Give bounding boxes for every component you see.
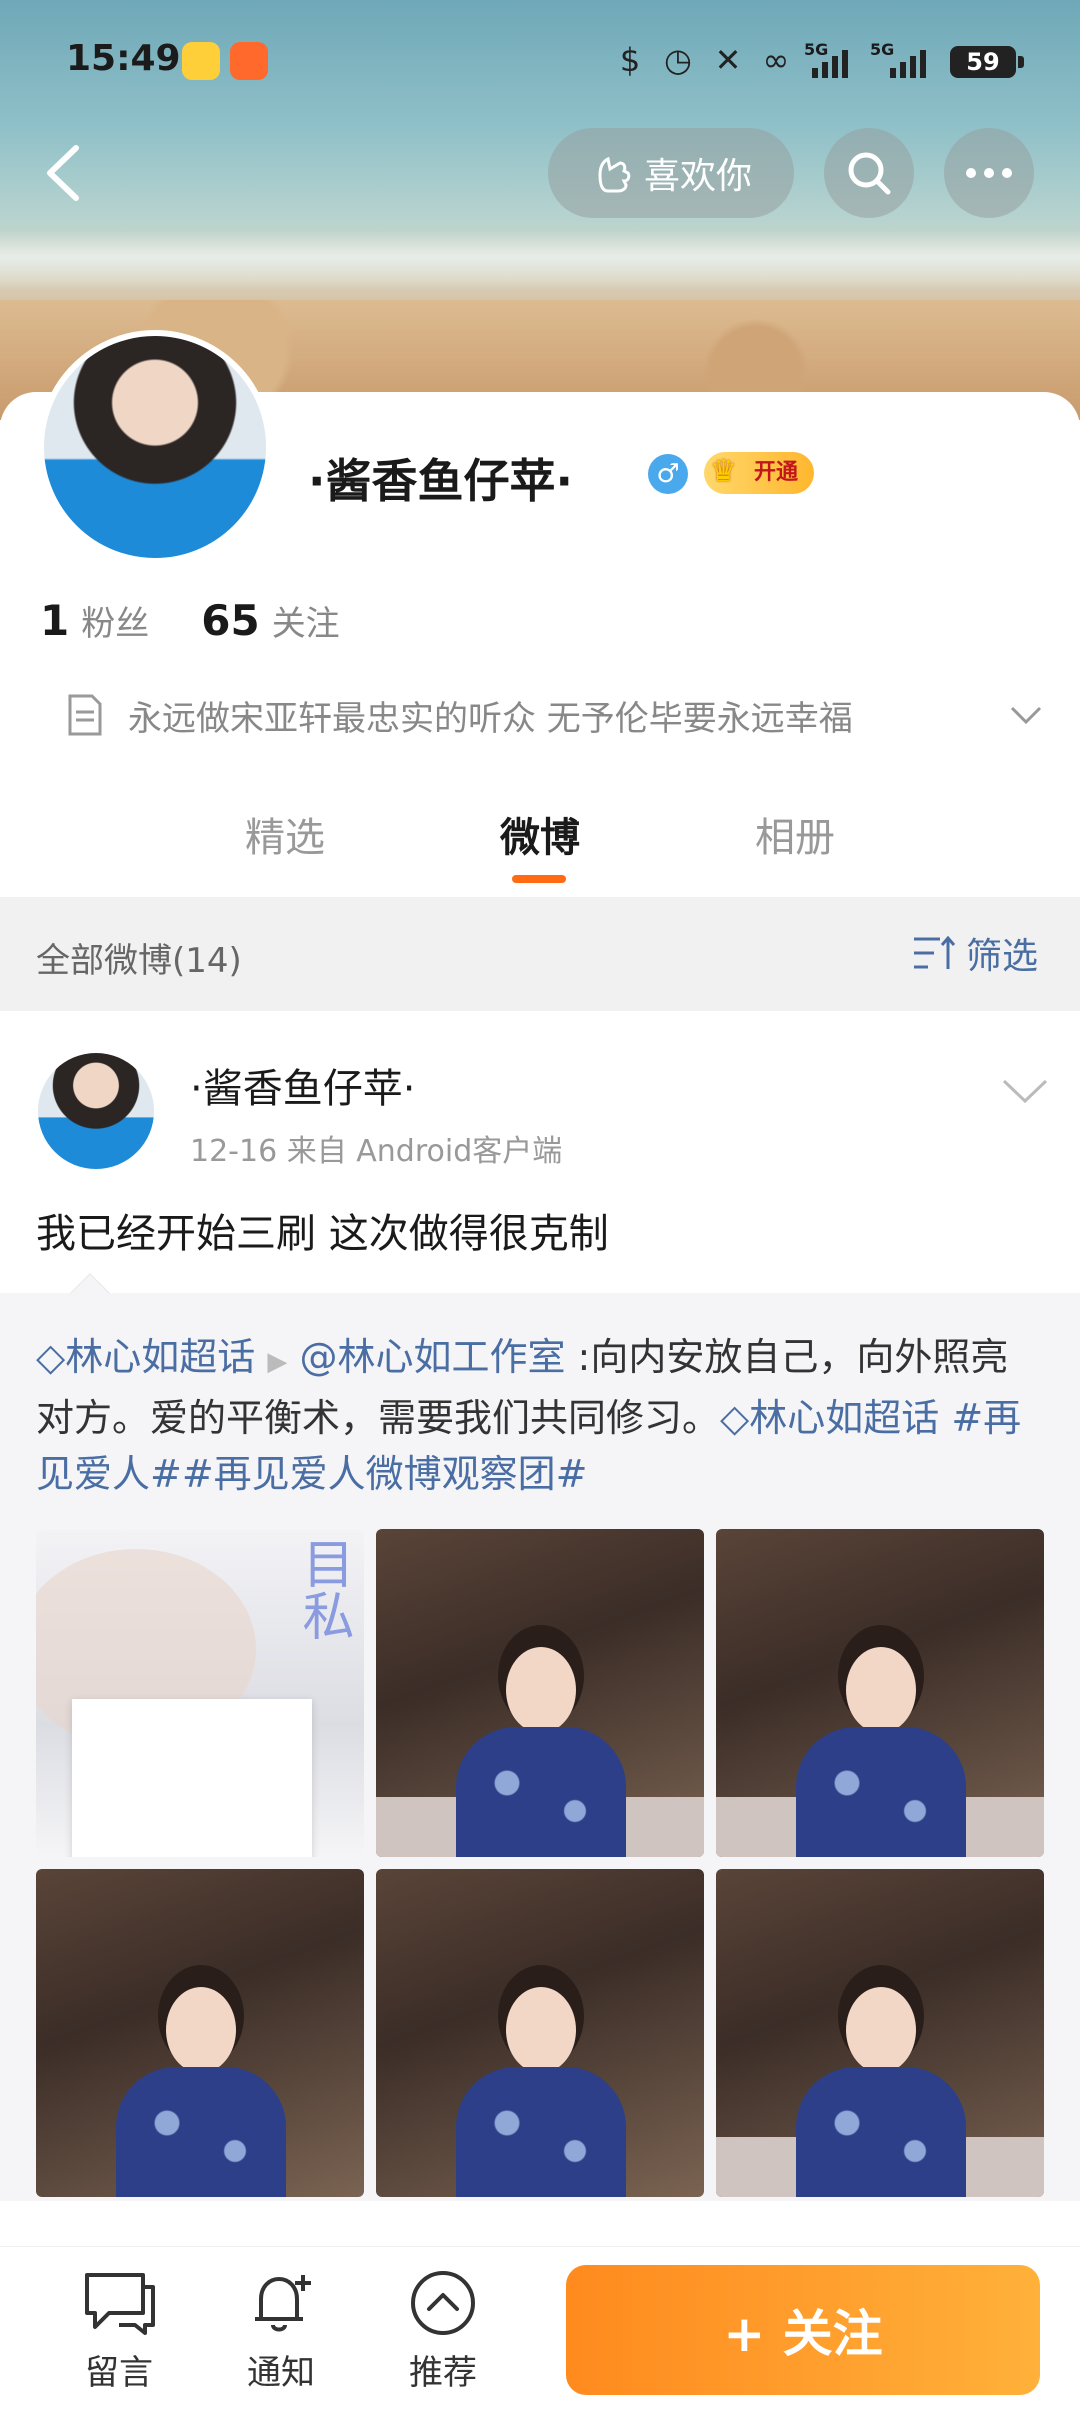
photo-grid: 目私 <box>36 1529 1044 2197</box>
post-avatar[interactable] <box>38 1053 154 1169</box>
search-icon <box>848 152 891 195</box>
status-bar: 15:49 $ ◷ ✕ ∞ 5G 5G 59 <box>0 0 1080 120</box>
super-topic-link-2[interactable]: ◇林心如超话 <box>720 1396 939 1440</box>
search-button[interactable] <box>824 128 914 218</box>
repost-notch <box>70 1273 110 1313</box>
photo-title-art: 目私 <box>293 1537 353 1641</box>
post-author[interactable]: ·酱香鱼仔苹· <box>190 1056 415 1114</box>
play-arrow-icon: ▶ <box>267 1347 288 1377</box>
following-stat[interactable]: 65 关注 <box>201 596 339 645</box>
followers-stat[interactable]: 1 粉丝 <box>40 596 149 645</box>
document-icon <box>68 694 102 736</box>
link-icon: ∞ <box>762 41 790 79</box>
tab-weibo[interactable]: 微博 <box>500 805 580 863</box>
post-text: 我已经开始三刷 这次做得很克制 <box>36 1211 609 1257</box>
back-button[interactable] <box>36 140 96 206</box>
banner-wave <box>0 230 1080 290</box>
notify-label: 通知 <box>247 2353 315 2393</box>
comment-button[interactable]: 留言 <box>64 2269 174 2394</box>
photo-card <box>72 1699 312 1857</box>
followers-count: 1 <box>40 596 70 645</box>
weibo-post[interactable]: ·酱香鱼仔苹· 12-16 来自 Android客户端 我已经开始三刷 这次做得… <box>0 1011 1080 2201</box>
profile-stats: 1 粉丝 65 关注 <box>40 596 340 645</box>
follow-button[interactable]: + 关注 <box>566 2265 1040 2395</box>
photo-3[interactable] <box>716 1529 1044 1857</box>
crown-icon: ♛ <box>710 454 737 489</box>
chevron-up-circle-icon <box>411 2271 475 2335</box>
male-gender-icon: ♂ <box>648 454 688 494</box>
alarm-icon: ◷ <box>664 41 692 79</box>
post-meta: 12-16 来自 Android客户端 <box>190 1134 563 1169</box>
signal-5g-icon: 5G <box>804 40 854 80</box>
bottom-action-bar: 留言 通知 推荐 + 关注 <box>0 2246 1080 2412</box>
photo-5[interactable] <box>376 1869 704 2197</box>
reposted-content[interactable]: ◇林心如超话 ▶ @林心如工作室 :向内安放自己，向外照亮对方。爱的平衡术，需要… <box>0 1273 1080 2201</box>
signal-5g-icon-2: 5G <box>870 40 940 80</box>
profile-nickname: ·酱香鱼仔苹· <box>308 454 573 508</box>
more-icon <box>966 168 1012 178</box>
bio-text: 永远做宋亚轩最忠实的听众 无予伦毕要永远幸福 <box>128 698 853 739</box>
post-menu-chevron-icon[interactable] <box>1000 1071 1050 1111</box>
bio-row[interactable]: 永远做宋亚轩最忠实的听众 无予伦毕要永远幸福 <box>66 690 1046 740</box>
followers-label: 粉丝 <box>81 604 150 644</box>
profile-tabs: 精选 微博 相册 <box>0 795 1080 895</box>
bell-plus-icon <box>255 2275 311 2332</box>
filter-button[interactable]: 筛选 <box>912 927 1038 979</box>
super-topic-link[interactable]: ◇林心如超话 <box>36 1335 255 1379</box>
filter-icon <box>914 935 956 969</box>
filter-label: 筛选 <box>966 936 1039 977</box>
recommend-button[interactable]: 推荐 <box>388 2269 498 2394</box>
weibo-app-icon <box>182 42 220 80</box>
all-weibo-count: 全部微博(14) <box>36 941 242 981</box>
message-icon <box>85 2273 155 2335</box>
photo-2[interactable] <box>376 1529 704 1857</box>
super-topic-label-2: 林心如超话 <box>749 1396 940 1440</box>
super-topic-label: 林心如超话 <box>65 1335 256 1379</box>
photo-6[interactable] <box>716 1869 1044 2197</box>
vip-label: 开通 <box>754 460 799 485</box>
vip-open-badge[interactable]: ♛ 开通 <box>704 452 814 494</box>
nfc-icon: $ <box>619 41 641 79</box>
mention-link[interactable]: @林心如工作室 <box>299 1335 565 1379</box>
comment-label: 留言 <box>85 2353 153 2393</box>
filter-bar: 全部微博(14) 筛选 <box>0 897 1080 1011</box>
recommend-label: 推荐 <box>409 2353 477 2393</box>
back-arrow-icon <box>47 145 79 201</box>
following-count: 65 <box>201 596 260 645</box>
like-you-button[interactable]: 喜欢你 <box>548 128 794 218</box>
profile-page: 15:49 $ ◷ ✕ ∞ 5G 5G 59 喜欢你 ·酱香鱼仔苹· ♂ ♛ 开… <box>0 0 1080 2412</box>
notify-button[interactable]: 通知 <box>226 2269 336 2394</box>
repost-text: ◇林心如超话 ▶ @林心如工作室 :向内安放自己，向外照亮对方。爱的平衡术，需要… <box>36 1329 1046 1502</box>
like-you-label: 喜欢你 <box>643 156 752 197</box>
avatar[interactable] <box>38 330 272 564</box>
mute-icon: ✕ <box>714 41 742 79</box>
chevron-down-icon[interactable] <box>1006 694 1046 734</box>
active-tab-indicator <box>512 875 566 883</box>
battery-icon: 59 <box>950 46 1024 78</box>
following-label: 关注 <box>271 604 340 644</box>
like-hand-icon <box>598 156 631 193</box>
tab-featured[interactable]: 精选 <box>245 805 325 863</box>
app-notification-icon <box>230 42 268 80</box>
status-time: 15:49 <box>66 38 181 79</box>
photo-1[interactable]: 目私 <box>36 1529 364 1857</box>
more-button[interactable] <box>944 128 1034 218</box>
photo-4[interactable] <box>36 1869 364 2197</box>
tab-album[interactable]: 相册 <box>755 805 835 863</box>
